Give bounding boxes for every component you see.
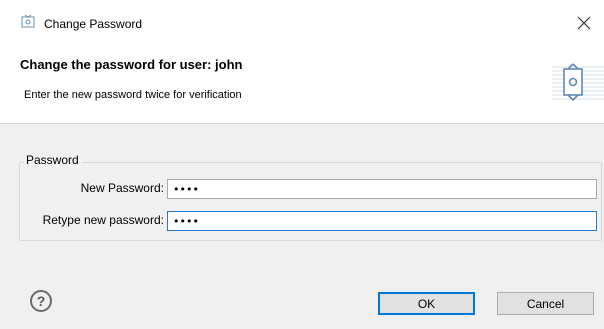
help-icon: ?	[36, 293, 46, 309]
retype-password-input[interactable]	[167, 211, 597, 231]
new-password-input[interactable]	[167, 179, 597, 199]
retype-password-label: Retype new password:	[42, 213, 164, 227]
help-button[interactable]: ?	[30, 290, 52, 312]
window-title: Change Password	[44, 17, 143, 31]
cancel-button[interactable]: Cancel	[497, 292, 594, 315]
close-button[interactable]	[564, 5, 604, 41]
dialog-header: Change the password for user: john Enter…	[0, 46, 604, 124]
change-password-dialog: Change Password Change the password for …	[0, 0, 604, 329]
new-password-label: New Password:	[80, 181, 164, 195]
password-refresh-icon	[552, 61, 604, 105]
close-icon	[577, 16, 591, 30]
password-group-legend: Password	[24, 153, 82, 167]
header-subtitle: Enter the new password twice for verific…	[24, 89, 242, 101]
password-dialog-icon	[20, 14, 36, 30]
header-title: Change the password for user: john	[20, 57, 243, 72]
title-bar[interactable]: Change Password	[0, 0, 604, 46]
ok-button[interactable]: OK	[378, 292, 475, 315]
